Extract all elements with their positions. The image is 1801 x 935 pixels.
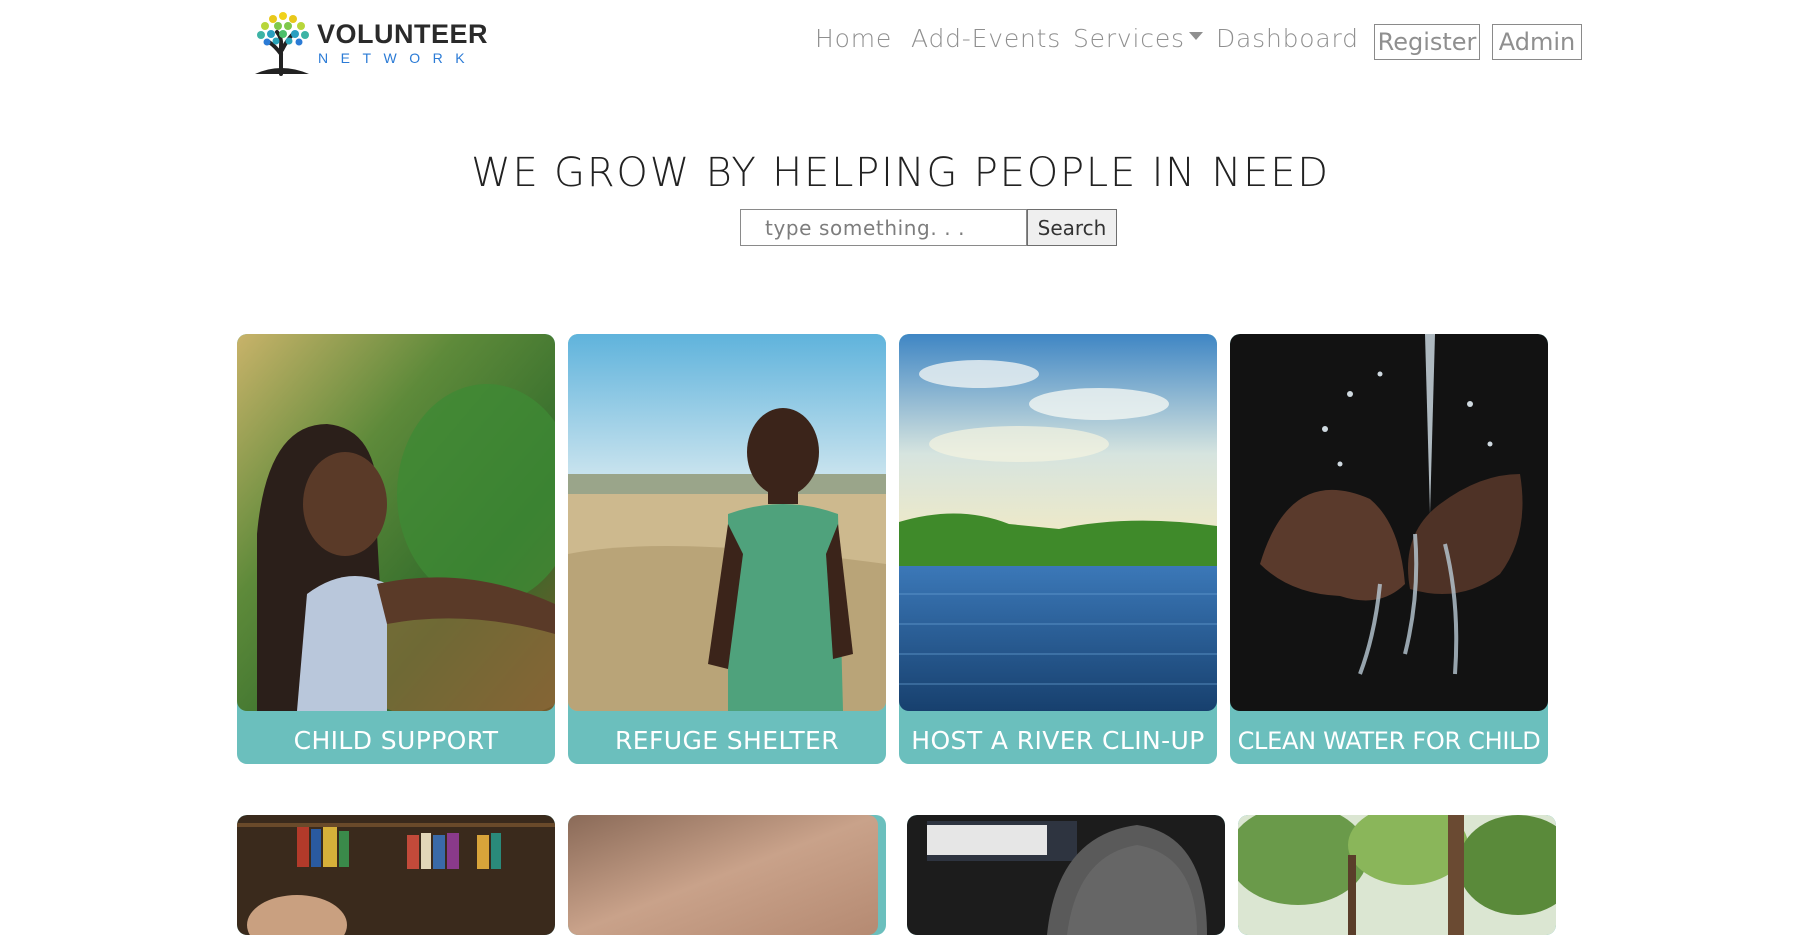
card-row2-2[interactable] — [568, 815, 886, 935]
brand-subtitle: NETWORK — [318, 50, 478, 66]
card-label: CHILD SUPPORT — [293, 726, 499, 755]
caret-down-icon — [1188, 32, 1203, 40]
nav-add-events-link[interactable]: Add-Events — [911, 24, 1061, 53]
nav-services-label: Services — [1073, 24, 1185, 53]
tree-logo-icon — [255, 12, 309, 76]
hero-title: WE GROW BY HELPING PEOPLE IN NEED — [471, 150, 1330, 196]
person-at-laptop-photo — [907, 815, 1225, 935]
bookshelf-photo — [237, 815, 555, 935]
girl-in-park-photo — [237, 334, 555, 711]
search-button[interactable]: Search — [1027, 209, 1117, 246]
nav-dashboard-link[interactable]: Dashboard — [1216, 24, 1359, 53]
forest-photo — [1238, 815, 1556, 935]
card-host-river-cleanup[interactable]: HOST A RIVER CLIN-UP — [899, 334, 1217, 764]
card-child-support[interactable]: CHILD SUPPORT — [237, 334, 555, 764]
nav-services-dropdown[interactable]: Services — [1073, 24, 1203, 53]
hands-with-water-photo — [1230, 334, 1548, 711]
search-input[interactable] — [740, 209, 1027, 246]
card-label: REFUGE SHELTER — [615, 726, 839, 755]
brand-logo[interactable]: VOLUNTEER NETWORK — [251, 10, 488, 76]
card-label: HOST A RIVER CLIN-UP — [911, 726, 1205, 755]
card-row2-4[interactable] — [1238, 815, 1556, 935]
card-row2-3[interactable] — [907, 815, 1225, 935]
card-label: CLEAN WATER FOR CHILD — [1237, 727, 1541, 755]
admin-button[interactable]: Admin — [1492, 24, 1582, 60]
card-refuge-shelter[interactable]: REFUGE SHELTER — [568, 334, 886, 764]
blurred-skin-photo — [568, 815, 878, 935]
register-button[interactable]: Register — [1374, 24, 1480, 60]
card-clean-water[interactable]: CLEAN WATER FOR CHILD — [1230, 334, 1548, 764]
nav-home-link[interactable]: Home — [815, 24, 892, 53]
boy-in-field-photo — [568, 334, 886, 711]
brand-title: VOLUNTEER — [317, 19, 489, 49]
river-landscape-photo — [899, 334, 1217, 711]
card-row2-1[interactable] — [237, 815, 555, 935]
